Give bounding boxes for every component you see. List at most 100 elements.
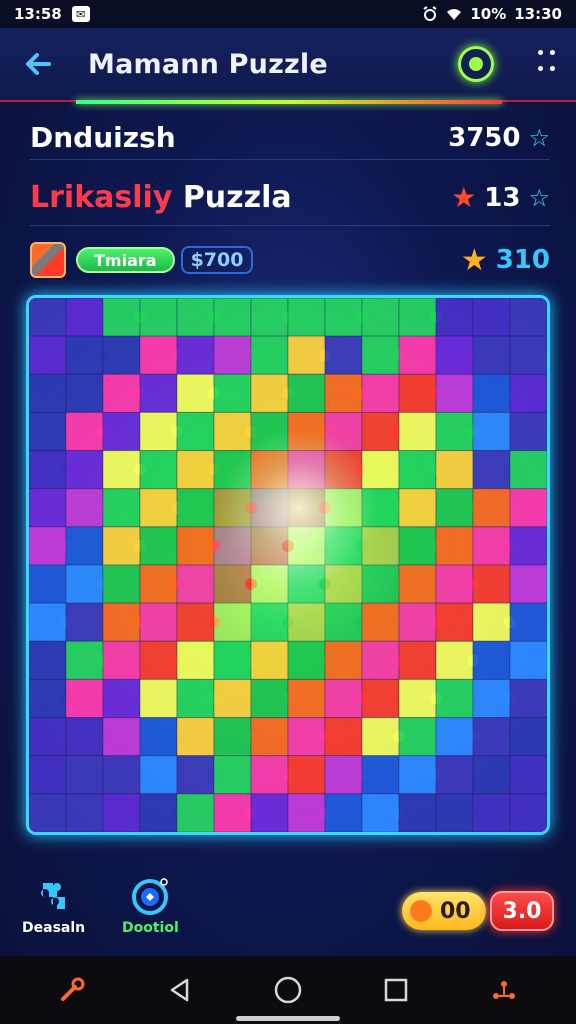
puzzle-piece[interactable] — [176, 488, 215, 528]
puzzle-piece[interactable] — [102, 793, 141, 832]
puzzle-piece[interactable] — [509, 755, 547, 795]
puzzle-piece[interactable] — [176, 564, 215, 604]
puzzle-piece[interactable] — [509, 564, 547, 604]
puzzle-piece[interactable] — [509, 678, 547, 718]
puzzle-piece[interactable] — [287, 755, 326, 795]
puzzle-piece[interactable] — [65, 755, 104, 795]
puzzle-piece[interactable] — [29, 335, 67, 375]
puzzle-piece[interactable] — [102, 335, 141, 375]
puzzle-piece[interactable] — [324, 640, 363, 680]
puzzle-piece[interactable] — [287, 602, 326, 642]
puzzle-piece[interactable] — [139, 526, 178, 566]
puzzle-piece[interactable] — [29, 640, 67, 680]
puzzle-piece[interactable] — [102, 640, 141, 680]
puzzle-piece[interactable] — [250, 488, 289, 528]
more-button[interactable] — [538, 50, 558, 78]
puzzle-piece[interactable] — [29, 717, 67, 757]
puzzle-piece[interactable] — [361, 755, 400, 795]
puzzle-piece[interactable] — [139, 298, 178, 337]
puzzle-piece[interactable] — [361, 602, 400, 642]
puzzle-piece[interactable] — [287, 373, 326, 413]
puzzle-piece[interactable] — [213, 678, 252, 718]
puzzle-grid[interactable] — [29, 298, 547, 832]
puzzle-piece[interactable] — [139, 678, 178, 718]
puzzle-piece[interactable] — [176, 793, 215, 832]
puzzle-piece[interactable] — [472, 564, 511, 604]
puzzle-piece[interactable] — [29, 793, 67, 832]
puzzle-piece[interactable] — [213, 450, 252, 490]
puzzle-piece[interactable] — [287, 526, 326, 566]
puzzle-piece[interactable] — [176, 717, 215, 757]
power-button[interactable] — [458, 46, 494, 82]
nav-back-button[interactable] — [160, 970, 200, 1010]
puzzle-piece[interactable] — [250, 564, 289, 604]
puzzle-piece[interactable] — [176, 640, 215, 680]
puzzle-piece[interactable] — [324, 488, 363, 528]
puzzle-piece[interactable] — [398, 564, 437, 604]
puzzle-piece[interactable] — [509, 335, 547, 375]
mode-pill[interactable]: Tmiara — [76, 247, 175, 273]
hint-control[interactable]: Dootiol — [122, 876, 179, 936]
puzzle-piece[interactable] — [361, 450, 400, 490]
puzzle-piece[interactable] — [102, 411, 141, 451]
puzzle-piece[interactable] — [472, 488, 511, 528]
puzzle-piece[interactable] — [102, 717, 141, 757]
puzzle-piece[interactable] — [398, 640, 437, 680]
puzzle-board[interactable] — [26, 295, 550, 835]
puzzle-piece[interactable] — [29, 564, 67, 604]
puzzle-piece[interactable] — [361, 373, 400, 413]
puzzle-piece[interactable] — [250, 717, 289, 757]
puzzle-piece[interactable] — [213, 602, 252, 642]
puzzle-piece[interactable] — [509, 793, 547, 832]
puzzle-piece[interactable] — [213, 755, 252, 795]
puzzle-piece[interactable] — [509, 602, 547, 642]
puzzle-piece[interactable] — [435, 373, 474, 413]
puzzle-piece[interactable] — [176, 411, 215, 451]
puzzle-piece[interactable] — [139, 755, 178, 795]
puzzle-piece[interactable] — [472, 411, 511, 451]
puzzle-piece[interactable] — [509, 488, 547, 528]
tool-button[interactable] — [52, 970, 92, 1010]
puzzle-piece[interactable] — [139, 602, 178, 642]
puzzle-piece[interactable] — [250, 335, 289, 375]
puzzle-piece[interactable] — [361, 298, 400, 337]
puzzle-piece[interactable] — [65, 373, 104, 413]
puzzle-piece[interactable] — [324, 564, 363, 604]
puzzle-piece[interactable] — [435, 755, 474, 795]
back-button[interactable] — [18, 44, 58, 84]
puzzle-piece[interactable] — [398, 488, 437, 528]
shuffle-control[interactable]: Deasaln — [22, 876, 85, 936]
puzzle-piece[interactable] — [509, 298, 547, 337]
puzzle-piece[interactable] — [509, 373, 547, 413]
puzzle-piece[interactable] — [324, 335, 363, 375]
puzzle-piece[interactable] — [472, 640, 511, 680]
puzzle-piece[interactable] — [102, 564, 141, 604]
puzzle-piece[interactable] — [435, 526, 474, 566]
puzzle-piece[interactable] — [398, 335, 437, 375]
puzzle-piece[interactable] — [472, 793, 511, 832]
puzzle-piece[interactable] — [472, 717, 511, 757]
puzzle-piece[interactable] — [65, 298, 104, 337]
puzzle-piece[interactable] — [287, 678, 326, 718]
puzzle-piece[interactable] — [65, 602, 104, 642]
puzzle-piece[interactable] — [65, 450, 104, 490]
puzzle-piece[interactable] — [435, 602, 474, 642]
puzzle-piece[interactable] — [361, 678, 400, 718]
multiplier-badge[interactable]: 3.0 — [490, 891, 554, 931]
puzzle-piece[interactable] — [435, 298, 474, 337]
puzzle-piece[interactable] — [472, 335, 511, 375]
puzzle-piece[interactable] — [65, 678, 104, 718]
puzzle-piece[interactable] — [213, 526, 252, 566]
puzzle-piece[interactable] — [324, 411, 363, 451]
puzzle-piece[interactable] — [324, 717, 363, 757]
puzzle-piece[interactable] — [509, 526, 547, 566]
puzzle-piece[interactable] — [435, 678, 474, 718]
share-button[interactable] — [484, 970, 524, 1010]
nav-home-button[interactable] — [268, 970, 308, 1010]
puzzle-piece[interactable] — [509, 717, 547, 757]
puzzle-piece[interactable] — [361, 526, 400, 566]
puzzle-piece[interactable] — [509, 411, 547, 451]
puzzle-piece[interactable] — [287, 298, 326, 337]
puzzle-piece[interactable] — [398, 411, 437, 451]
coin-counter[interactable]: 00 — [402, 892, 486, 930]
